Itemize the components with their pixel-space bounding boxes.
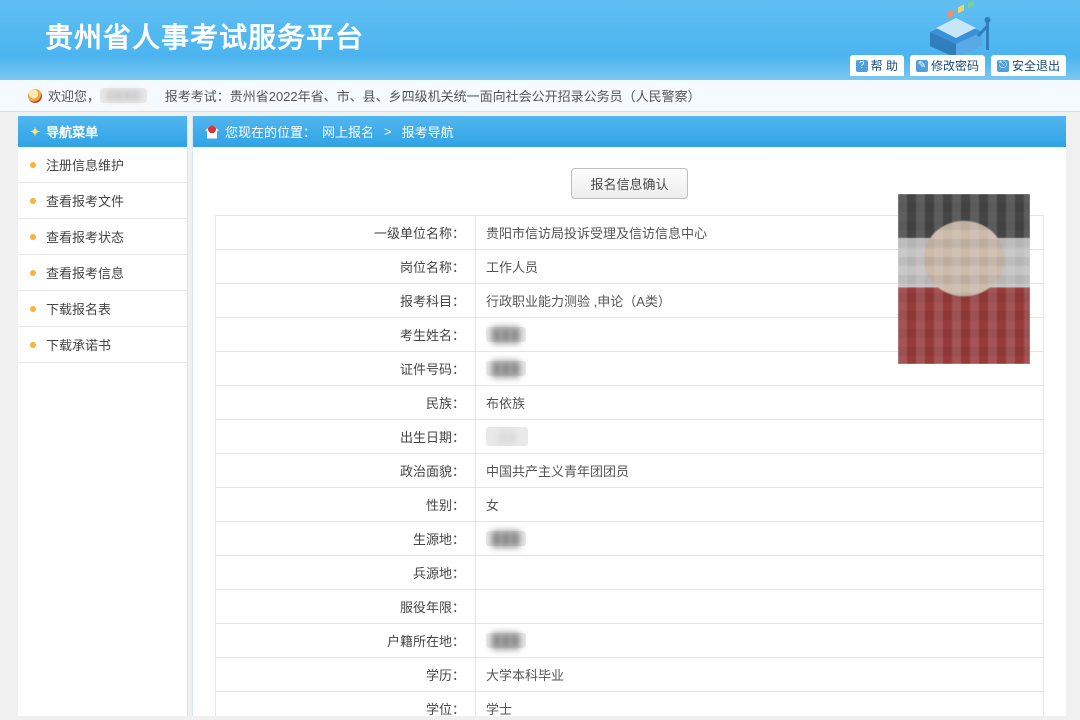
field-label: 生源地： <box>216 522 476 556</box>
help-label: 帮 助 <box>871 57 898 74</box>
field-label: 民族： <box>216 386 476 420</box>
field-label: 报考科目： <box>216 284 476 318</box>
home-icon <box>205 125 219 139</box>
sidebar-item-label: 下载承诺书 <box>46 338 111 353</box>
masked-value: ███ <box>486 327 526 342</box>
field-label: 学位： <box>216 692 476 717</box>
exam-name: 贵州省2022年省、市、县、乡四级机关统一面向社会公开招录公务员（人民警察） <box>230 86 701 105</box>
masked-value: （ ） <box>486 427 528 446</box>
photo-image <box>898 194 1030 364</box>
table-row: 学位：学士 <box>216 692 1044 717</box>
field-value: （ ） <box>476 420 1044 454</box>
table-row: 学历：大学本科毕业 <box>216 658 1044 692</box>
menu-icon: ✦ <box>30 125 40 139</box>
field-label: 性别： <box>216 488 476 522</box>
sidebar-item-download-commitment[interactable]: 下载承诺书 <box>18 327 187 363</box>
field-value: ███ <box>476 522 1044 556</box>
sidebar-title: ✦ 导航菜单 <box>18 116 187 147</box>
change-password-label: 修改密码 <box>931 57 979 74</box>
breadcrumb-sep: > <box>384 124 392 139</box>
field-label: 服役年限： <box>216 590 476 624</box>
breadcrumb-part2: 报考导航 <box>402 122 454 141</box>
sidebar-item-register-info[interactable]: 注册信息维护 <box>18 147 187 183</box>
masked-value: ███ <box>486 361 526 376</box>
header-links: ? 帮 助 ✎ 修改密码 ⎋ 安全退出 <box>850 55 1066 76</box>
field-value: 大学本科毕业 <box>476 658 1044 692</box>
sidebar-item-view-status[interactable]: 查看报考状态 <box>18 219 187 255</box>
field-value: 学士 <box>476 692 1044 717</box>
field-value <box>476 590 1044 624</box>
sidebar-item-view-docs[interactable]: 查看报考文件 <box>18 183 187 219</box>
masked-value: ███ <box>486 633 526 648</box>
table-row: 生源地： ███ <box>216 522 1044 556</box>
table-row: 户籍所在地： ███ <box>216 624 1044 658</box>
content-scroll[interactable]: 报名信息确认 一级单位名称：贵阳市信访局投诉受理及信访信息中心岗位名称：工作人员… <box>193 146 1066 716</box>
breadcrumb-prefix: 您现在的位置： <box>225 122 316 141</box>
header-illustration <box>890 2 1020 62</box>
applicant-photo <box>898 194 1030 364</box>
field-label: 岗位名称： <box>216 250 476 284</box>
sidebar-title-label: 导航菜单 <box>46 122 98 141</box>
sidebar-item-label: 查看报考文件 <box>46 194 124 209</box>
table-row: 兵源地： <box>216 556 1044 590</box>
table-row: 性别：女 <box>216 488 1044 522</box>
field-label: 户籍所在地： <box>216 624 476 658</box>
help-link[interactable]: ? 帮 助 <box>850 55 904 76</box>
app-header: 贵州省人事考试服务平台 ? 帮 助 <box>0 0 1080 80</box>
logout-icon: ⎋ <box>997 60 1009 72</box>
breadcrumb: 您现在的位置： 网上报名 > 报考导航 <box>193 116 1066 147</box>
masked-value: ███ <box>486 531 526 546</box>
confirm-button[interactable]: 报名信息确认 <box>571 168 687 199</box>
main-panel: 您现在的位置： 网上报名 > 报考导航 报名信息确认 一级单位名称：贵阳市信访局… <box>192 116 1066 716</box>
table-row: 民族：布依族 <box>216 386 1044 420</box>
sidebar-item-label: 查看报考状态 <box>46 230 124 245</box>
field-value: 中国共产主义青年团团员 <box>476 454 1044 488</box>
key-icon: ✎ <box>916 60 928 72</box>
table-row: 出生日期： （ ） <box>216 420 1044 454</box>
field-label: 政治面貌： <box>216 454 476 488</box>
field-value: 女 <box>476 488 1044 522</box>
table-row: 服役年限： <box>216 590 1044 624</box>
sidebar-item-label: 注册信息维护 <box>46 158 124 173</box>
field-label: 证件号码： <box>216 352 476 386</box>
exam-label: 报考考试： <box>165 86 230 105</box>
sidebar-item-download-form[interactable]: 下载报名表 <box>18 291 187 327</box>
info-bar: 欢迎您， XXXX 报考考试： 贵州省2022年省、市、县、乡四级机关统一面向社… <box>0 80 1080 112</box>
field-label: 考生姓名： <box>216 318 476 352</box>
welcome-text: 欢迎您， <box>48 86 100 105</box>
field-value <box>476 556 1044 590</box>
logout-label: 安全退出 <box>1012 57 1060 74</box>
help-icon: ? <box>856 60 868 72</box>
field-value: 布依族 <box>476 386 1044 420</box>
field-label: 兵源地： <box>216 556 476 590</box>
logout-link[interactable]: ⎋ 安全退出 <box>991 55 1066 76</box>
sidebar: ✦ 导航菜单 注册信息维护 查看报考文件 查看报考状态 查看报考信息 下载报名表… <box>18 116 188 716</box>
breadcrumb-part1: 网上报名 <box>322 122 374 141</box>
table-row: 政治面貌：中国共产主义青年团团员 <box>216 454 1044 488</box>
field-label: 出生日期： <box>216 420 476 454</box>
username-masked: XXXX <box>100 88 147 103</box>
field-value: ███ <box>476 624 1044 658</box>
sidebar-item-view-application[interactable]: 查看报考信息 <box>18 255 187 291</box>
sidebar-item-label: 下载报名表 <box>46 302 111 317</box>
field-label: 一级单位名称： <box>216 216 476 250</box>
field-label: 学历： <box>216 658 476 692</box>
user-icon <box>28 89 42 103</box>
change-password-link[interactable]: ✎ 修改密码 <box>910 55 985 76</box>
sidebar-item-label: 查看报考信息 <box>46 266 124 281</box>
